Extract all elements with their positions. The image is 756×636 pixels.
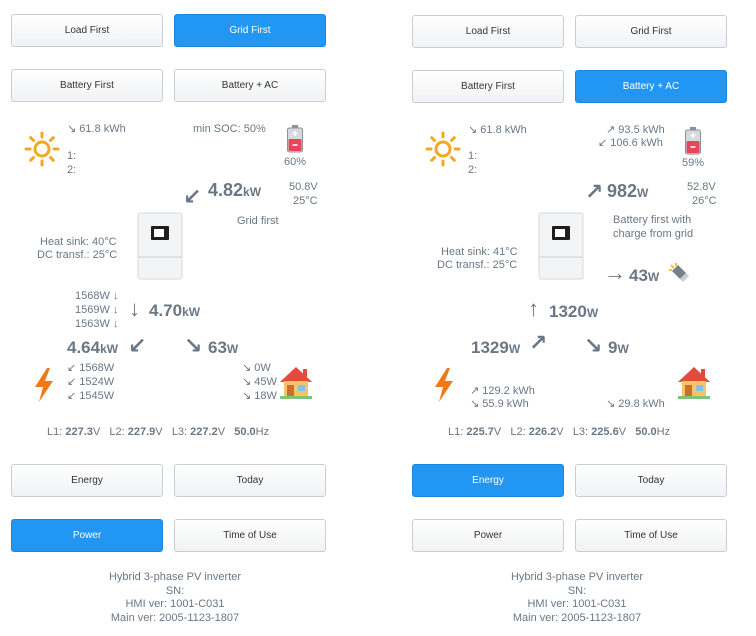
- battery-icon: [287, 125, 303, 153]
- time-of-use-button[interactable]: Time of Use: [575, 519, 727, 552]
- arrow-to-load-icon: ↘: [584, 333, 603, 358]
- inverter-output-power: 4.70kW: [149, 301, 201, 320]
- sun-icon: [24, 131, 60, 167]
- energy-button[interactable]: Energy: [11, 464, 163, 497]
- battery-voltage: 52.8V: [687, 181, 716, 193]
- battery-percent: 59%: [682, 157, 705, 169]
- grid-bolt-icon: [35, 368, 53, 402]
- grid-phase-1: ↙ 1568W: [67, 362, 115, 374]
- aux-generator-icon: [669, 263, 689, 282]
- arrow-up-icon: ↑: [528, 296, 539, 321]
- min-soc: min SOC: 50%: [193, 123, 266, 135]
- grid-to-inverter-power: 4.82kW: [208, 180, 262, 200]
- phase-voltages: L1: 227.3V L2: 227.9V L3: 227.2V 50.0Hz: [47, 426, 270, 438]
- battery-charge-energy: ↗ 93.5 kWh: [606, 124, 665, 136]
- load-power: 9W: [608, 338, 629, 357]
- grid-to-inverter-power: 1320W: [549, 302, 599, 321]
- device-serial: SN:: [165, 584, 185, 597]
- phase-power-1: 1568W ↓: [75, 290, 119, 302]
- battery-charge-power: 982W: [607, 181, 649, 201]
- load-power: 63W: [208, 338, 239, 357]
- hmi-version: HMI ver: 1001-C031: [125, 598, 225, 610]
- load-energy: ↘ 29.8 kWh: [606, 398, 665, 410]
- battery-discharge-energy: ↙ 106.6 kWh: [598, 137, 663, 149]
- grid-first-button[interactable]: Grid First: [174, 14, 326, 47]
- pv-string-2: 2:: [468, 164, 478, 176]
- load-phase-2: ↘ 45W: [242, 376, 277, 388]
- grid-bolt-icon: [435, 368, 453, 402]
- battery-temperature: 26°C: [692, 195, 717, 207]
- load-first-button[interactable]: Load First: [11, 14, 163, 47]
- sun-icon: [425, 131, 461, 167]
- battery-percent: 60%: [284, 156, 307, 168]
- inverter-icon: [137, 212, 183, 280]
- arrow-to-load-icon: ↘: [184, 333, 203, 358]
- dc-transformer-temp: DC transf.: 25°C: [437, 259, 518, 271]
- hmi-version: HMI ver: 1001-C031: [527, 598, 627, 610]
- pv-energy: ↘ 61.8 kWh: [468, 124, 527, 136]
- arrow-down-left-icon: ↙: [183, 184, 202, 209]
- inverter-icon: [538, 212, 584, 280]
- grid-power: 1329W: [471, 338, 521, 357]
- battery-first-button[interactable]: Battery First: [412, 70, 564, 103]
- heat-sink-temp: Heat sink: 40°C: [40, 236, 117, 248]
- grid-phase-2: ↙ 1524W: [67, 376, 115, 388]
- mode-text-line-2: charge from grid: [613, 228, 694, 240]
- battery-icon: [685, 127, 701, 155]
- today-button[interactable]: Today: [174, 464, 326, 497]
- grid-phase-3: ↙ 1545W: [67, 390, 115, 402]
- grid-first-button[interactable]: Grid First: [575, 15, 727, 48]
- grid-power: 4.64kW: [67, 338, 119, 357]
- time-of-use-button[interactable]: Time of Use: [174, 519, 326, 552]
- power-button[interactable]: Power: [412, 519, 564, 552]
- load-phase-1: ↘ 0W: [242, 362, 271, 374]
- house-icon: [280, 367, 312, 399]
- mode-text-line-1: Battery first with: [613, 214, 692, 226]
- pv-string-1: 1:: [468, 150, 478, 162]
- device-model: Hybrid 3-phase PV inverter: [108, 571, 242, 583]
- energy-button[interactable]: Energy: [412, 464, 564, 497]
- mode-text: Grid first: [237, 215, 279, 227]
- arrow-from-grid-icon: ↗: [529, 330, 548, 355]
- power-button[interactable]: Power: [11, 519, 163, 552]
- arrow-up-right-icon: ↗: [585, 179, 604, 204]
- heat-sink-temp: Heat sink: 41°C: [441, 246, 518, 258]
- pv-energy: ↘ 61.8 kWh: [67, 123, 126, 135]
- device-serial: SN:: [567, 584, 587, 597]
- battery-voltage: 50.8V: [289, 181, 318, 193]
- pv-string-2: 2:: [67, 164, 77, 176]
- panel-grid-first: Load First Grid First Battery First Batt…: [0, 0, 356, 636]
- aux-power: 43W: [629, 266, 660, 285]
- today-button[interactable]: Today: [575, 464, 727, 497]
- device-info: Hybrid 3-phase PV inverter SN: HMI ver: …: [399, 571, 755, 625]
- load-phase-3: ↘ 18W: [242, 390, 277, 402]
- main-version: Main ver: 2005-1123-1807: [512, 611, 642, 624]
- phase-power-2: 1569W ↓: [75, 304, 119, 316]
- battery-ac-button[interactable]: Battery + AC: [575, 70, 727, 103]
- device-model: Hybrid 3-phase PV inverter: [510, 571, 644, 583]
- battery-ac-button[interactable]: Battery + AC: [174, 69, 326, 102]
- grid-import-energy: ↗ 129.2 kWh: [470, 385, 535, 397]
- device-info: Hybrid 3-phase PV inverter SN: HMI ver: …: [0, 571, 353, 625]
- dc-transformer-temp: DC transf.: 25°C: [37, 249, 118, 261]
- panel-battery-ac: Load First Grid First Battery First Batt…: [400, 0, 756, 636]
- arrow-to-grid-icon: ↙: [128, 333, 147, 358]
- house-icon: [678, 367, 710, 399]
- main-version: Main ver: 2005-1123-1807: [110, 611, 240, 624]
- battery-first-button[interactable]: Battery First: [11, 69, 163, 102]
- phase-voltages: L1: 225.7V L2: 226.2V L3: 225.6V 50.0Hz: [448, 426, 671, 438]
- phase-power-3: 1563W ↓: [75, 318, 119, 330]
- battery-temperature: 25°C: [293, 195, 318, 207]
- pv-string-1: 1:: [67, 150, 77, 162]
- arrow-down-icon: ↓: [129, 296, 140, 321]
- load-first-button[interactable]: Load First: [412, 15, 564, 48]
- arrow-right-icon: →: [604, 260, 626, 285]
- grid-export-energy: ↘ 55.9 kWh: [470, 398, 529, 410]
